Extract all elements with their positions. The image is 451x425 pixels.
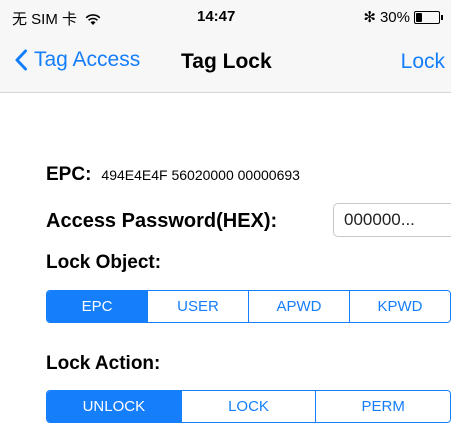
access-password-input[interactable] <box>333 203 451 237</box>
lock-button[interactable]: Lock <box>401 50 445 74</box>
segment-perm[interactable]: PERM <box>315 391 450 422</box>
battery-icon <box>414 10 440 24</box>
carrier-status: 无 SIM 卡 <box>12 8 101 29</box>
lock-action-segmented-control: UNLOCK LOCK PERM <box>46 390 451 423</box>
bluetooth-icon: ✻ <box>363 9 376 26</box>
battery-fill <box>416 12 422 22</box>
carrier-label: 无 SIM 卡 <box>12 11 78 28</box>
back-button[interactable]: Tag Access <box>14 48 140 72</box>
back-button-label: Tag Access <box>34 48 141 71</box>
lock-object-segmented-control: EPC USER APWD KPWD <box>46 290 451 323</box>
epc-row: EPC: 494E4E4F 56020000 00000693 <box>46 164 300 186</box>
segment-user[interactable]: USER <box>147 291 248 322</box>
chevron-left-icon <box>15 49 27 71</box>
epc-value: 494E4E4F 56020000 00000693 <box>101 167 300 183</box>
segment-kpwd[interactable]: KPWD <box>349 291 450 322</box>
segment-lock[interactable]: LOCK <box>180 391 316 422</box>
wifi-icon <box>85 14 101 26</box>
access-password-label: Access Password(HEX): <box>46 210 278 232</box>
segment-unlock[interactable]: UNLOCK <box>47 391 181 422</box>
battery-cap <box>441 14 443 20</box>
segment-apwd[interactable]: APWD <box>248 291 349 322</box>
lock-action-label: Lock Action: <box>46 353 161 374</box>
status-time: 14:47 <box>197 8 236 25</box>
battery-percent: 30% <box>379 8 410 26</box>
segment-epc[interactable]: EPC <box>47 291 147 322</box>
navigation-bar: Tag Access Tag Lock Lock <box>0 34 451 93</box>
lock-object-label: Lock Object: <box>46 252 162 273</box>
status-bar: 无 SIM 卡 14:47 ✻ 30% <box>0 0 451 34</box>
status-right: ✻ 30% <box>363 8 443 26</box>
epc-label: EPC: <box>46 164 92 185</box>
page-title: Tag Lock <box>181 50 272 73</box>
